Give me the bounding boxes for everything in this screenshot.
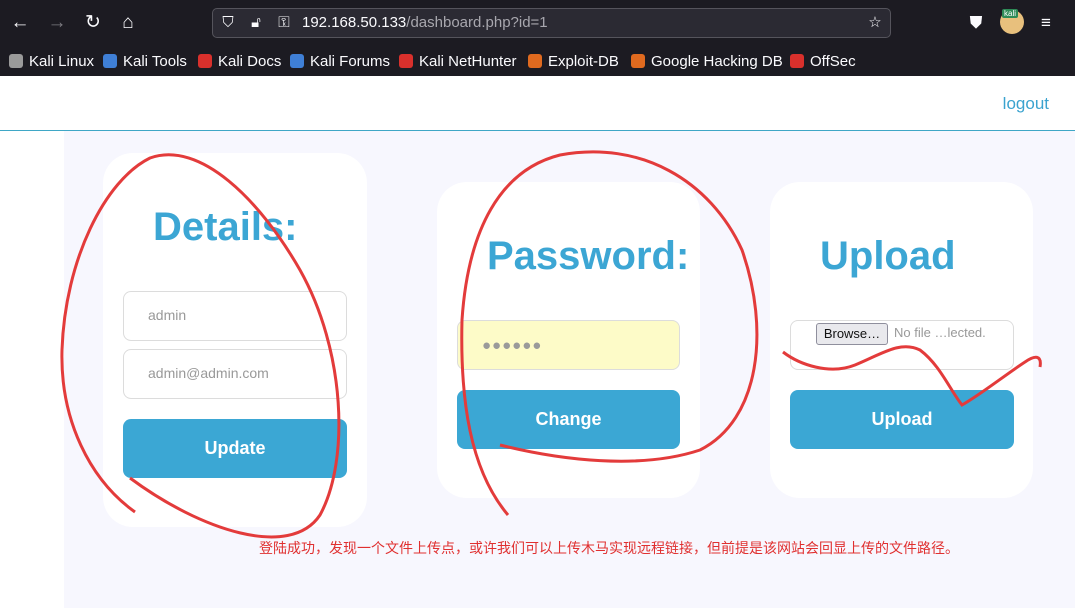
account-avatar[interactable]: kali — [1000, 9, 1024, 34]
bookmark-label: Kali Linux — [29, 52, 95, 70]
browse-button[interactable]: Browse… — [816, 323, 888, 345]
bookmark-label: Exploit-DB — [548, 52, 619, 70]
change-button[interactable]: Change — [457, 390, 680, 449]
back-arrow-icon[interactable]: ← — [6, 9, 34, 37]
forward-arrow-icon[interactable]: → — [43, 9, 71, 37]
bookmark-kali-nethunter[interactable]: Kali NetHunter — [399, 51, 517, 71]
update-button[interactable]: Update — [123, 419, 347, 478]
browser-chrome: ← → ↻ ⌂ ⛉ 🔓︎ ⚿ 192.168.50.133/dashboard.… — [0, 0, 1075, 76]
kali-tools-icon — [103, 54, 117, 68]
bookmark-google-hacking-db[interactable]: Google Hacking DB — [631, 51, 783, 71]
pocket-icon[interactable]: ⛊ — [962, 9, 990, 37]
shield-icon[interactable]: ⛉ — [217, 12, 239, 34]
bookmark-label: Kali Docs — [218, 52, 282, 70]
annotation-note: 登陆成功，发现一个文件上传点，或许我们可以上传木马实现远程链接，但前提是该网站会… — [259, 541, 959, 557]
offsec-icon — [790, 54, 804, 68]
bookmark-label: Kali NetHunter — [419, 52, 517, 70]
reload-icon[interactable]: ↻ — [79, 9, 107, 37]
file-input[interactable]: Browse… No file …lected. — [790, 320, 1014, 370]
password-field[interactable]: ●●●●●● — [457, 320, 680, 370]
password-card: Password: ●●●●●● Change — [437, 182, 700, 498]
upload-title: Upload — [820, 234, 956, 278]
bookmarks-bar: Kali Linux Kali Tools Kali Docs Kali For… — [0, 46, 1075, 76]
key-icon[interactable]: ⚿ — [273, 12, 295, 34]
bookmark-exploit-db[interactable]: Exploit-DB — [528, 51, 619, 71]
bookmark-kali-forums[interactable]: Kali Forums — [290, 51, 390, 71]
bookmark-label: Kali Forums — [310, 52, 391, 70]
url-bar[interactable]: ⛉ 🔓︎ ⚿ 192.168.50.133/dashboard.php?id=1… — [212, 8, 891, 38]
bookmark-offsec[interactable]: OffSec — [790, 51, 856, 71]
bookmark-label: OffSec — [810, 52, 856, 70]
url-text[interactable]: 192.168.50.133/dashboard.php?id=1 — [302, 14, 548, 31]
file-status: No file …lected. — [894, 325, 986, 340]
details-title: Details: — [153, 205, 298, 249]
password-mask: ●●●●●● — [482, 337, 543, 354]
username-value: admin — [148, 307, 187, 323]
upload-button[interactable]: Upload — [790, 390, 1014, 449]
exploit-db-icon — [528, 54, 542, 68]
details-card: Details: admin admin@admin.com Update — [103, 153, 367, 527]
kali-forums-icon — [290, 54, 304, 68]
upload-card: Upload Browse… No file …lected. Upload — [770, 182, 1033, 498]
browser-toolbar: ← → ↻ ⌂ ⛉ 🔓︎ ⚿ 192.168.50.133/dashboard.… — [0, 0, 1075, 46]
bookmark-kali-tools[interactable]: Kali Tools — [103, 51, 187, 71]
email-value: admin@admin.com — [148, 365, 269, 381]
logout-link[interactable]: logout — [1003, 94, 1049, 114]
username-field[interactable]: admin — [123, 291, 347, 341]
bookmark-label: Kali Tools — [123, 52, 187, 70]
lock-icon[interactable]: 🔓︎ — [245, 12, 267, 34]
bookmark-kali-docs[interactable]: Kali Docs — [198, 51, 281, 71]
ghdb-icon — [631, 54, 645, 68]
star-icon[interactable]: ☆ — [864, 12, 886, 34]
menu-icon[interactable]: ≡ — [1032, 9, 1060, 37]
site-header: logout — [0, 76, 1075, 131]
bookmark-kali-linux[interactable]: Kali Linux — [9, 51, 94, 71]
nethunter-icon — [399, 54, 413, 68]
kali-dragon-icon — [9, 54, 23, 68]
password-title: Password: — [487, 234, 690, 278]
left-margin — [0, 131, 64, 608]
avatar-badge: kali — [1002, 9, 1019, 18]
kali-docs-icon — [198, 54, 212, 68]
bookmark-label: Google Hacking DB — [651, 52, 783, 70]
email-field[interactable]: admin@admin.com — [123, 349, 347, 399]
home-icon[interactable]: ⌂ — [114, 9, 142, 37]
